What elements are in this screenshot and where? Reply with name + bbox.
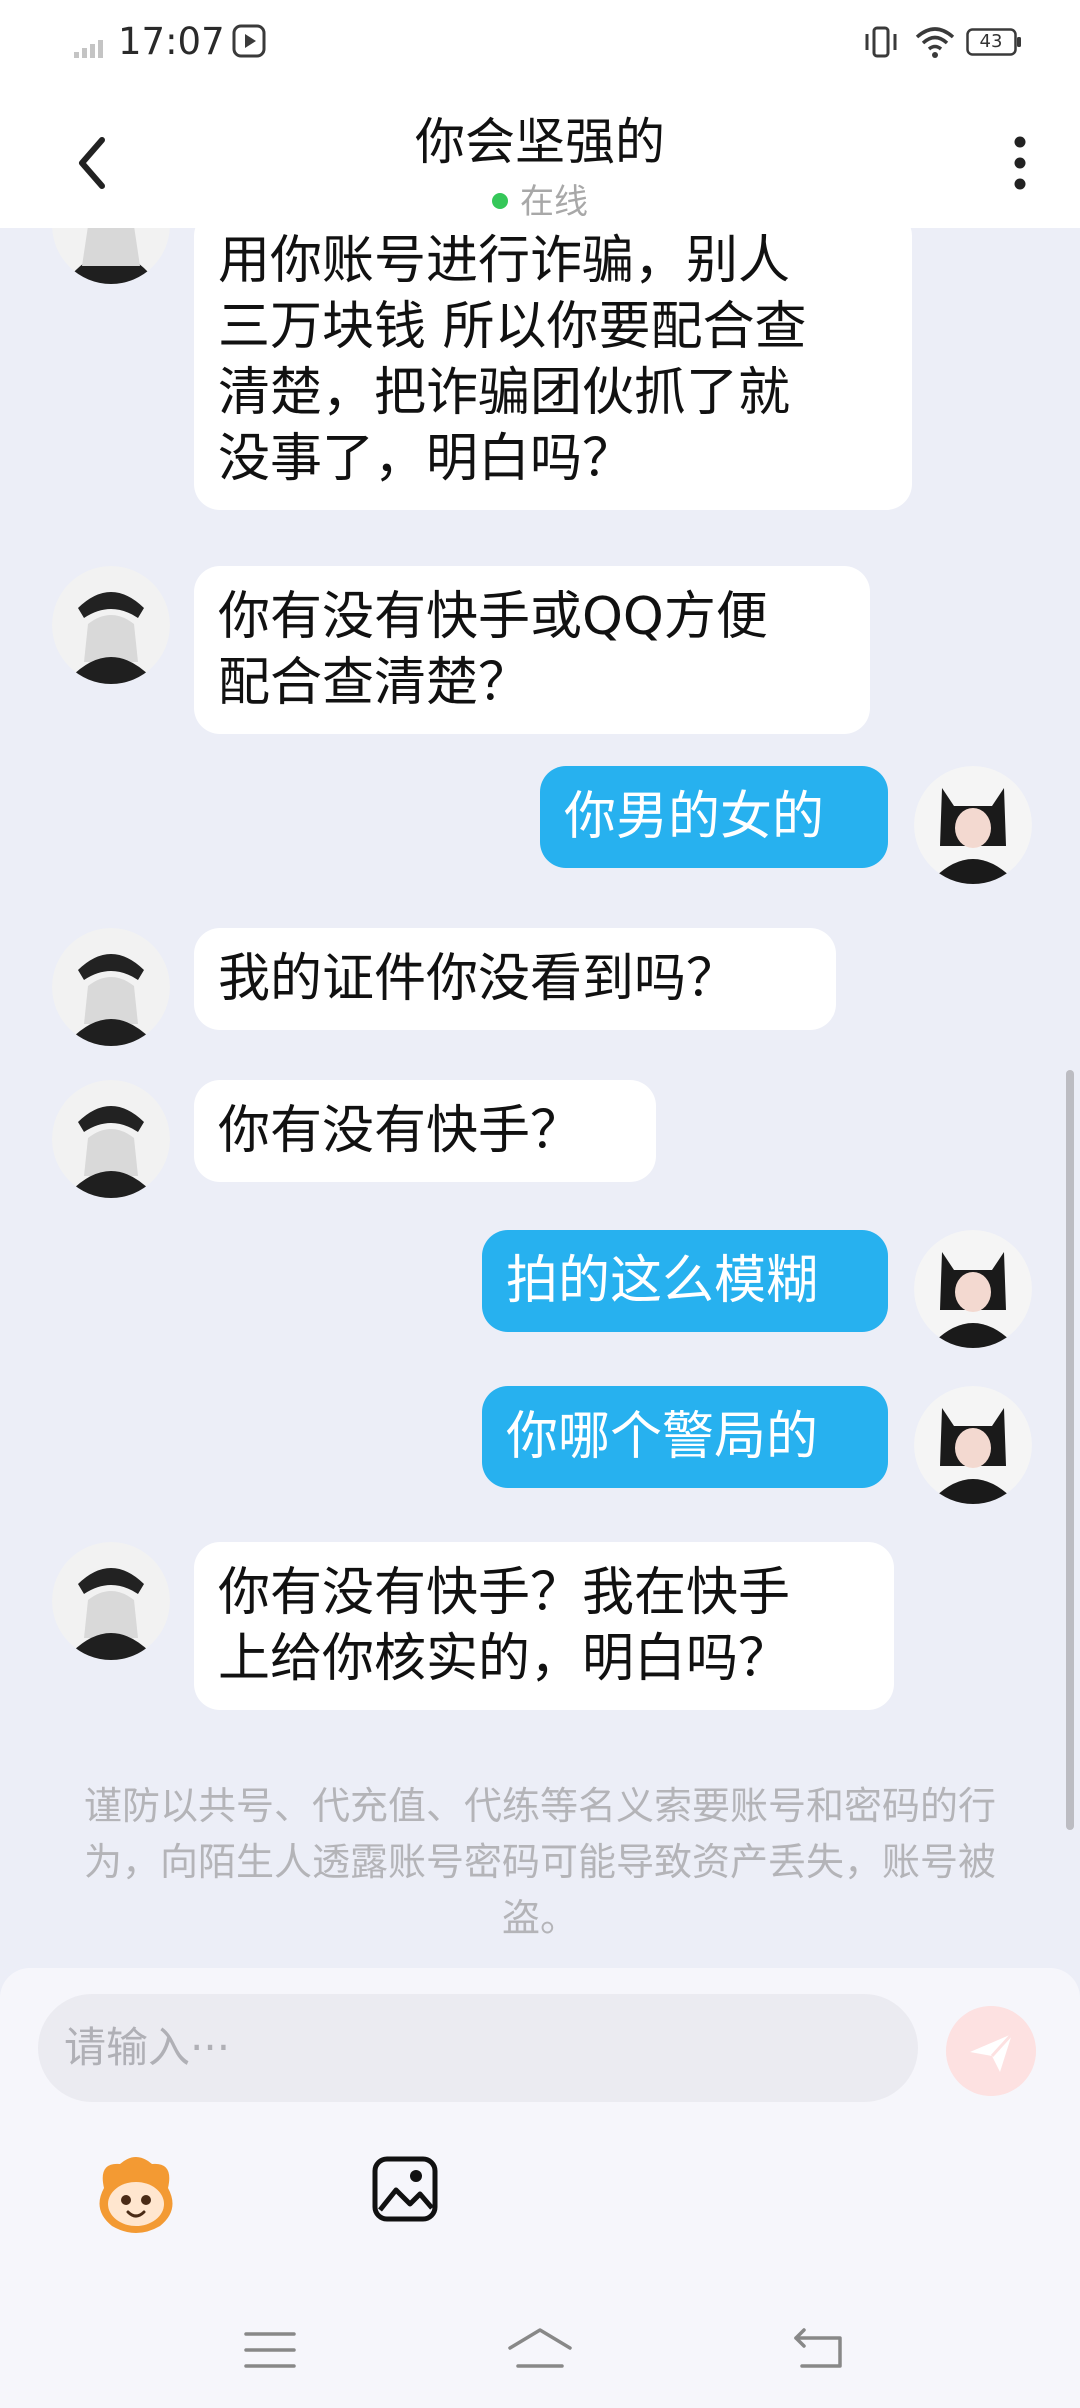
contact-avatar[interactable]	[52, 1080, 170, 1198]
chat-header: 你会坚强的 在线	[0, 88, 1080, 228]
contact-avatar[interactable]	[52, 228, 170, 284]
message-bubble-incoming[interactable]: 你有没有快手？我在快手 上给你核实的，明白吗？	[194, 1542, 894, 1710]
menu-icon[interactable]	[240, 2320, 300, 2380]
contact-avatar[interactable]	[52, 566, 170, 684]
user-avatar[interactable]	[914, 766, 1032, 884]
message-bubble-incoming[interactable]: 我的证件你没看到吗？	[194, 928, 836, 1030]
message-bubble-outgoing[interactable]: 你男的女的	[540, 766, 888, 868]
battery-level: 43	[979, 31, 1003, 52]
send-icon[interactable]	[946, 2006, 1036, 2096]
online-status: 在线	[0, 174, 1080, 223]
more-vertical-icon[interactable]	[1000, 128, 1040, 198]
message-bubble-outgoing[interactable]: 你哪个警局的	[482, 1386, 888, 1488]
scrollbar[interactable]	[1066, 1070, 1074, 1830]
user-avatar[interactable]	[914, 1386, 1032, 1504]
signal-icon	[74, 40, 103, 58]
status-bar: 17:07 43	[0, 0, 1080, 88]
user-avatar[interactable]	[914, 1230, 1032, 1348]
status-time: 17:07	[118, 20, 225, 63]
message-bubble-incoming[interactable]: 用你账号进行诈骗，别人 三万块钱 所以你要配合查 清楚，把诈骗团伙抓了就 没事了…	[194, 228, 912, 510]
message-list[interactable]: 用你账号进行诈骗，别人 三万块钱 所以你要配合查 清楚，把诈骗团伙抓了就 没事了…	[0, 228, 1080, 1968]
message-bubble-incoming[interactable]: 你有没有快手？	[194, 1080, 656, 1182]
home-icon[interactable]	[504, 2320, 576, 2380]
vibrate-icon	[865, 26, 897, 58]
security-notice: 谨防以共号、代充值、代练等名义索要账号和密码的行为，向陌生人透露账号密码可能导致…	[83, 1784, 996, 1940]
contact-avatar[interactable]	[52, 1542, 170, 1660]
battery-icon: 43	[966, 28, 1022, 56]
message-bubble-incoming[interactable]: 你有没有快手或QQ方便 配合查清楚？	[194, 566, 870, 734]
emoji-mascot-icon[interactable]	[90, 2148, 182, 2240]
contact-avatar[interactable]	[52, 928, 170, 1046]
message-input[interactable]: 请输入···	[38, 1994, 918, 2102]
message-bubble-outgoing[interactable]: 拍的这么模糊	[482, 1230, 888, 1332]
wifi-icon	[915, 27, 955, 58]
back-arrow-icon[interactable]	[790, 2320, 850, 2380]
contact-name: 你会坚强的	[415, 113, 665, 171]
online-status-label: 在线	[520, 182, 588, 222]
online-dot-icon	[492, 192, 508, 209]
image-icon[interactable]	[370, 2154, 440, 2224]
media-play-icon	[232, 24, 266, 58]
